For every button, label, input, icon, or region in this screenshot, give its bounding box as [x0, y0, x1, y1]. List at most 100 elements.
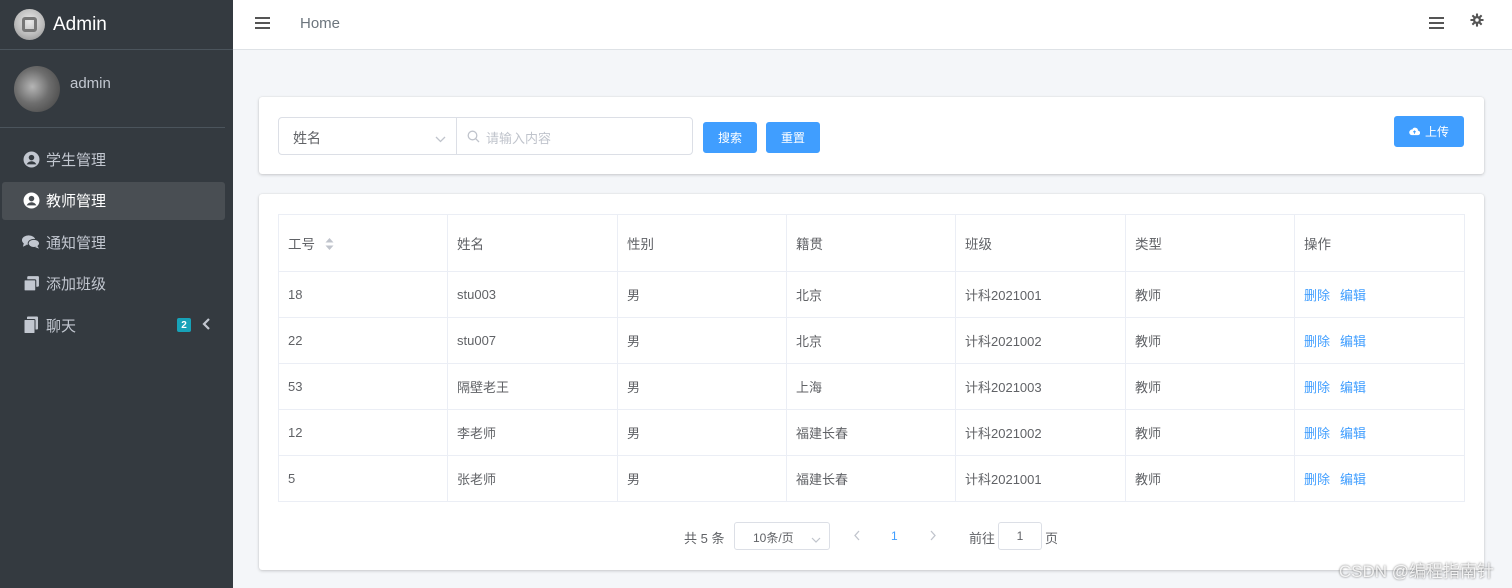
cell-name: 张老师 [447, 455, 618, 502]
next-page-icon[interactable] [929, 529, 937, 544]
comments-icon [22, 233, 40, 251]
cell-name: 隔壁老王 [447, 363, 618, 410]
table-header-row: 工号 姓名 性别 籍贯 班级 类型 操作 [278, 214, 1465, 272]
upload-button[interactable]: 上传 [1394, 116, 1464, 147]
cell-type: 教师 [1125, 363, 1295, 410]
delete-link[interactable]: 删除 [1304, 426, 1330, 441]
edit-link[interactable]: 编辑 [1340, 472, 1366, 487]
table-row: 5 张老师 男 福建长春 计科2021001 教师 删除 编辑 [278, 455, 1465, 502]
sidebar-item-label: 通知管理 [46, 234, 107, 252]
copy-icon [22, 275, 40, 293]
goto-page-input[interactable]: 1 [998, 522, 1042, 550]
table-row: 22 stu007 男 北京 计科2021002 教师 删除 编辑 [278, 317, 1465, 364]
chevron-down-icon [435, 130, 446, 146]
cell-name: 李老师 [447, 409, 618, 456]
cell-class: 计科2021003 [955, 363, 1126, 410]
edit-link[interactable]: 编辑 [1340, 380, 1366, 395]
cell-gender: 男 [617, 409, 787, 456]
search-field-select[interactable]: 姓名 [278, 117, 457, 155]
column-header-label: 工号 [288, 237, 315, 252]
chat-count-badge: 2 [177, 318, 191, 332]
cell-id: 5 [278, 455, 448, 502]
goto-label: 前往 [969, 531, 996, 546]
cell-type: 教师 [1125, 409, 1295, 456]
cell-name: stu003 [447, 271, 618, 318]
user-name[interactable]: admin [70, 75, 111, 92]
page-number-current[interactable]: 1 [891, 529, 898, 543]
edit-link[interactable]: 编辑 [1340, 334, 1366, 349]
teacher-table-panel: 工号 姓名 性别 籍贯 班级 类型 操作 18 stu003 男 北京 计科20… [259, 194, 1484, 570]
sidebar-item-chat[interactable]: 聊天 2 [2, 306, 225, 344]
gear-icon[interactable] [1470, 13, 1484, 32]
cell-origin: 北京 [786, 271, 956, 318]
table-row: 18 stu003 男 北京 计科2021001 教师 删除 编辑 [278, 271, 1465, 318]
brand-link[interactable]: Admin [0, 0, 233, 50]
sidebar: Admin admin 学生管理 教师管理 通知管理 添加班级 聊天 2 [0, 0, 233, 588]
cell-type: 教师 [1125, 317, 1295, 364]
column-header-id[interactable]: 工号 [278, 214, 448, 272]
cell-gender: 男 [617, 363, 787, 410]
search-input[interactable]: 请输入内容 [456, 117, 693, 155]
column-header-class: 班级 [955, 214, 1126, 272]
cell-origin: 福建长春 [786, 409, 956, 456]
reset-button[interactable]: 重置 [766, 122, 820, 153]
user-panel: admin [0, 50, 225, 128]
cell-id: 53 [278, 363, 448, 410]
brand-title: Admin [53, 13, 107, 35]
cell-actions: 删除 编辑 [1294, 409, 1465, 456]
sidebar-item-students[interactable]: 学生管理 [2, 140, 225, 178]
delete-link[interactable]: 删除 [1304, 472, 1330, 487]
sidebar-item-add-class[interactable]: 添加班级 [2, 265, 225, 303]
menu-icon[interactable] [1429, 16, 1444, 35]
search-button[interactable]: 搜索 [703, 122, 757, 153]
column-header-origin: 籍贯 [786, 214, 956, 272]
page-size-select[interactable]: 10条/页 [734, 522, 830, 550]
edit-link[interactable]: 编辑 [1340, 288, 1366, 303]
cell-class: 计科2021001 [955, 455, 1126, 502]
sort-icon[interactable] [325, 237, 334, 253]
watermark: CSDN @编程指南针 [1338, 562, 1494, 581]
cell-actions: 删除 编辑 [1294, 271, 1465, 318]
hamburger-menu-icon[interactable] [255, 16, 270, 35]
cell-class: 计科2021002 [955, 409, 1126, 456]
sidebar-item-notifications[interactable]: 通知管理 [2, 223, 225, 261]
chevron-left-icon[interactable] [202, 317, 211, 334]
brand-logo-icon [14, 9, 45, 40]
cell-origin: 福建长春 [786, 455, 956, 502]
sidebar-item-label: 教师管理 [46, 193, 107, 210]
cell-gender: 男 [617, 271, 787, 318]
cell-gender: 男 [617, 455, 787, 502]
column-header-type: 类型 [1125, 214, 1295, 272]
cell-type: 教师 [1125, 455, 1295, 502]
sidebar-item-teachers[interactable]: 教师管理 [2, 181, 225, 220]
cell-id: 18 [278, 271, 448, 318]
home-link[interactable]: Home [300, 15, 340, 32]
prev-page-icon[interactable] [853, 529, 861, 544]
page-size-value: 10条/页 [753, 531, 794, 545]
page-unit-label: 页 [1045, 531, 1059, 546]
column-header-gender: 性别 [617, 214, 787, 272]
sidebar-item-label: 添加班级 [46, 276, 107, 293]
delete-link[interactable]: 删除 [1304, 380, 1330, 395]
search-icon [467, 130, 480, 146]
delete-link[interactable]: 删除 [1304, 288, 1330, 303]
cloud-upload-icon [1409, 125, 1421, 139]
cell-actions: 删除 编辑 [1294, 317, 1465, 364]
cell-origin: 北京 [786, 317, 956, 364]
cell-id: 22 [278, 317, 448, 364]
cell-name: stu007 [447, 317, 618, 364]
edit-link[interactable]: 编辑 [1340, 426, 1366, 441]
sidebar-nav: 学生管理 教师管理 通知管理 添加班级 聊天 2 [0, 128, 233, 344]
chevron-down-icon [811, 532, 821, 546]
upload-label: 上传 [1424, 125, 1449, 139]
sidebar-item-label: 聊天 [46, 317, 77, 335]
column-header-name: 姓名 [447, 214, 618, 272]
cell-type: 教师 [1125, 271, 1295, 318]
delete-link[interactable]: 删除 [1304, 334, 1330, 349]
avatar[interactable] [14, 66, 60, 112]
cell-id: 12 [278, 409, 448, 456]
search-field-value: 姓名 [293, 130, 321, 146]
search-placeholder: 请输入内容 [486, 131, 552, 146]
cell-gender: 男 [617, 317, 787, 364]
cell-class: 计科2021001 [955, 271, 1126, 318]
